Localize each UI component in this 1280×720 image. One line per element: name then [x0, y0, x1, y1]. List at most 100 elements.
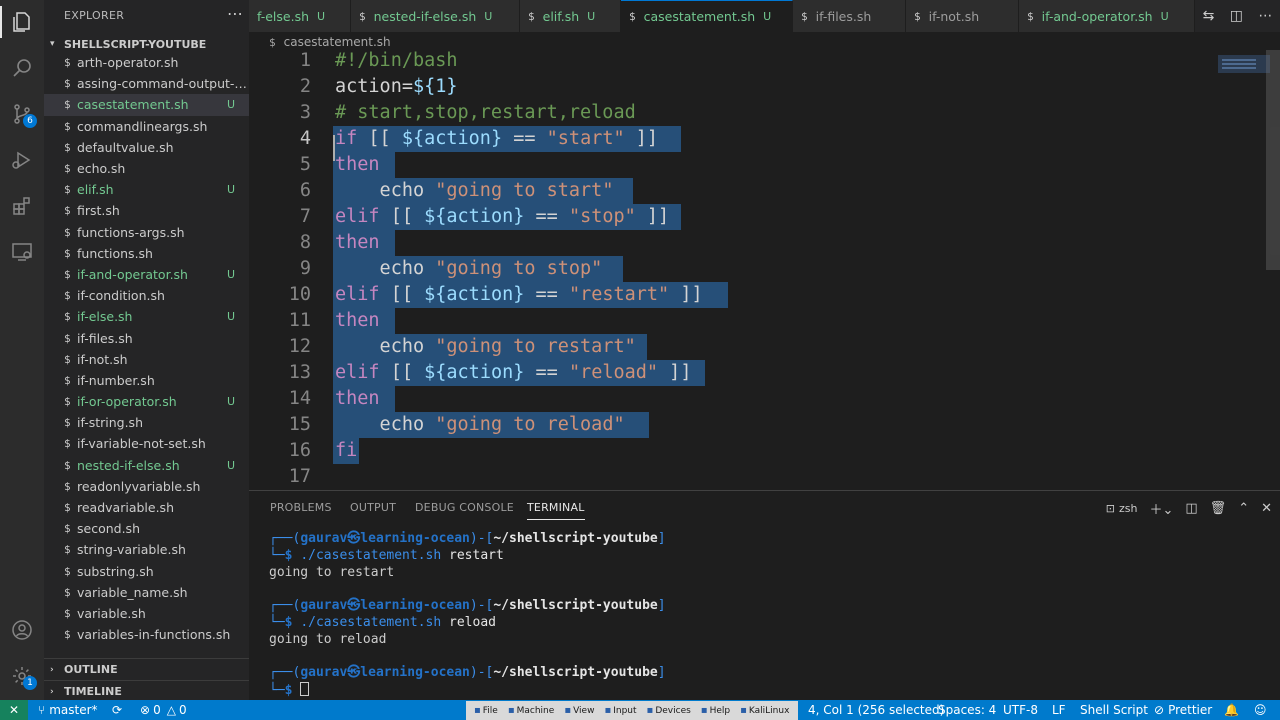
new-terminal-icon[interactable]: ＋⌄ — [1149, 499, 1173, 518]
file-item[interactable]: $ if-or-operator.sh U — [44, 391, 249, 412]
code-token: #!/bin/bash — [335, 50, 458, 71]
split-terminal-icon[interactable]: ◫ — [1185, 501, 1197, 516]
branch-indicator[interactable]: ⑂ master* — [38, 700, 98, 720]
file-item[interactable]: $ casestatement.sh U — [44, 94, 249, 116]
code-token: "going to restart" — [435, 336, 636, 357]
file-item[interactable]: $ if-files.sh — [44, 327, 249, 348]
file-item[interactable]: $ if-and-operator.sh U — [44, 264, 249, 285]
code-token: == — [524, 362, 569, 383]
file-item[interactable]: $ if-else.sh U — [44, 306, 249, 327]
file-item[interactable]: $ if-variable-not-set.sh — [44, 433, 249, 454]
file-item[interactable]: $ functions-args.sh — [44, 222, 249, 243]
line-number: 14 — [288, 388, 311, 409]
accounts-icon[interactable] — [0, 608, 44, 652]
file-item[interactable]: $ second.sh — [44, 518, 249, 539]
panel-tab-terminal[interactable]: TERMINAL — [527, 501, 585, 520]
vbox-menu-item[interactable]: ▪ Machine — [508, 705, 554, 716]
workspace-folder[interactable]: ▾ SHELLSCRIPT-YOUTUBE — [44, 34, 249, 54]
run-debug-icon[interactable] — [0, 138, 44, 182]
file-item[interactable]: $ nested-if-else.sh U — [44, 455, 249, 476]
editor-tab[interactable]: $ elif.sh U — [520, 0, 621, 32]
file-item[interactable]: $ elif.sh U — [44, 179, 249, 200]
file-item[interactable]: $ variables-in-functions.sh — [44, 624, 249, 645]
remote-indicator[interactable]: ✕ — [0, 700, 28, 720]
timeline-section[interactable]: › TIMELINE — [44, 680, 249, 702]
file-name: readonlyvariable.sh — [77, 478, 201, 494]
vbox-menu-item[interactable]: ▪ File — [474, 705, 498, 716]
more-actions-icon[interactable]: ⋯ — [1258, 8, 1272, 24]
search-icon[interactable] — [0, 46, 44, 90]
problems-indicator[interactable]: ⊗ 0 △ 0 — [140, 700, 187, 720]
outline-section[interactable]: › OUTLINE — [44, 658, 249, 680]
remote-explorer-icon[interactable] — [0, 230, 44, 274]
file-item[interactable]: $ if-string.sh — [44, 412, 249, 433]
cursor-position[interactable]: 4, Col 1 (256 selected) — [808, 700, 944, 720]
file-item[interactable]: $ functions.sh — [44, 243, 249, 264]
file-item[interactable]: $ if-number.sh — [44, 370, 249, 391]
vbox-menu-item[interactable]: ▪ KaliLinux — [740, 705, 789, 716]
manage-gear-icon[interactable]: 1 — [0, 654, 44, 698]
shell-file-icon: $ — [64, 225, 71, 239]
split-editor-icon[interactable]: ◫ — [1230, 8, 1243, 24]
shell-file-icon: $ — [64, 606, 71, 620]
command-arg: reload — [449, 614, 496, 630]
end-of-line[interactable]: LF — [1052, 700, 1066, 720]
chevron-right-icon: › — [50, 664, 54, 675]
file-item[interactable]: $ if-not.sh — [44, 349, 249, 370]
file-name: if-string.sh — [77, 415, 143, 431]
notifications-icon[interactable]: 🔔 — [1224, 700, 1239, 720]
panel-tab-debug-console[interactable]: DEBUG CONSOLE — [415, 501, 514, 514]
breadcrumb-file[interactable]: casestatement.sh — [284, 35, 391, 49]
file-item[interactable]: $ first.sh — [44, 200, 249, 221]
vbox-menu-item[interactable]: ▪ Input — [604, 705, 636, 716]
compare-icon[interactable]: ⇆ — [1203, 8, 1215, 24]
tab-label: f-else.sh — [257, 8, 310, 24]
sidebar-title: EXPLORER — [64, 9, 125, 22]
encoding[interactable]: UTF-8 — [1003, 700, 1038, 720]
file-item[interactable]: $ readonlyvariable.sh — [44, 476, 249, 497]
terminal-output[interactable]: ┌──(gaurav㉿learning-ocean)-[~/shellscrip… — [269, 531, 666, 700]
line-number: 15 — [288, 414, 311, 435]
editor-tab[interactable]: $ nested-if-else.sh U — [351, 0, 520, 32]
file-item[interactable]: $ readvariable.sh — [44, 497, 249, 518]
feedback-icon[interactable]: ☺ — [1254, 700, 1267, 720]
explorer-icon[interactable] — [0, 0, 44, 44]
chevron-up-icon[interactable]: ⌃ — [1238, 501, 1249, 516]
code-editor[interactable]: 1 #!/bin/bash 2 action=${1} 3 # start,stop,re… — [249, 50, 1280, 490]
code-token: then — [335, 232, 380, 253]
file-item[interactable]: $ defaultvalue.sh — [44, 137, 249, 158]
prettier-status[interactable]: ⊘ Prettier — [1154, 700, 1212, 720]
sync-icon[interactable]: ⟳ — [112, 700, 122, 720]
editor-tab[interactable]: $ if-not.sh — [906, 0, 1019, 32]
panel-tab-output[interactable]: OUTPUT — [350, 501, 396, 514]
terminal-selector[interactable]: ⊡ zsh — [1106, 502, 1138, 515]
language-mode[interactable]: Shell Script — [1080, 700, 1148, 720]
file-item[interactable]: $ echo.sh — [44, 158, 249, 179]
file-item[interactable]: $ substring.sh — [44, 561, 249, 582]
trash-icon[interactable]: 🗑 — [1210, 501, 1227, 516]
vbox-menu-item[interactable]: ▪ Devices — [647, 705, 691, 716]
extensions-icon[interactable] — [0, 184, 44, 228]
vbox-menu-item[interactable]: ▪ Help — [701, 705, 730, 716]
terminal-command-line: └─$ — [269, 682, 666, 700]
prompt-at-symbol: ㉿ — [347, 665, 361, 681]
file-item[interactable]: $ commandlineargs.sh — [44, 116, 249, 137]
close-icon[interactable]: ✕ — [1261, 501, 1272, 516]
more-actions-icon[interactable]: ⋯ — [227, 4, 243, 23]
editor-tab[interactable]: $ if-and-operator.sh U — [1019, 0, 1195, 32]
source-control-icon[interactable]: 6 — [0, 92, 44, 136]
vbox-menu-icon: ▪ — [740, 705, 747, 716]
editor-tab[interactable]: $ casestatement.sh U — [621, 0, 793, 32]
indentation[interactable]: Spaces: 4 — [938, 700, 996, 720]
editor-tab[interactable]: $ if-files.sh — [793, 0, 906, 32]
file-item[interactable]: $ variable_name.sh — [44, 582, 249, 603]
editor-tab[interactable]: f-else.sh U — [249, 0, 351, 32]
file-item[interactable]: $ arth-operator.sh — [44, 52, 249, 73]
terminal-output-line: going to restart — [269, 564, 395, 580]
vbox-menu-item[interactable]: ▪ View — [564, 705, 594, 716]
file-item[interactable]: $ variable.sh — [44, 603, 249, 624]
file-item[interactable]: $ string-variable.sh — [44, 539, 249, 560]
file-item[interactable]: $ if-condition.sh — [44, 285, 249, 306]
file-item[interactable]: $ assing-command-output-to-... — [44, 73, 249, 94]
panel-tab-problems[interactable]: PROBLEMS — [270, 501, 332, 514]
